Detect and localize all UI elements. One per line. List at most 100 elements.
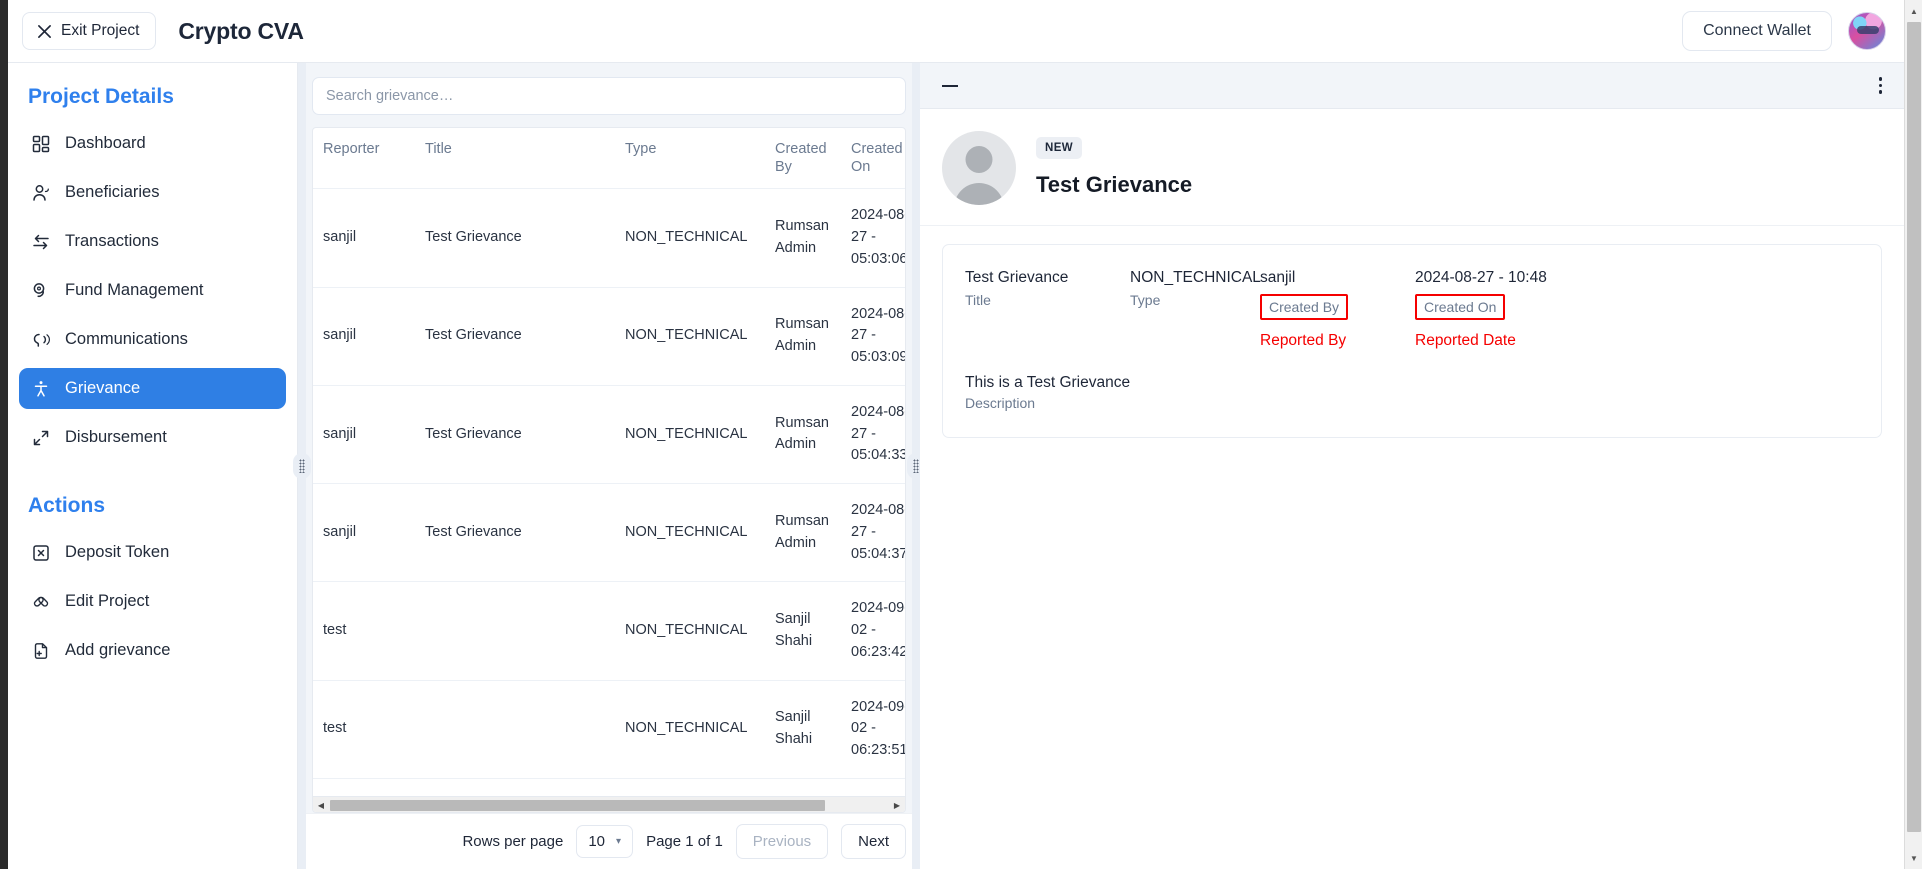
sidebar-item-label: Disbursement bbox=[65, 428, 167, 446]
token-box-icon bbox=[33, 544, 49, 561]
cell-created-on: 2024-08-27 - 05:03:06 bbox=[841, 188, 905, 288]
grievance-detail-panel: NEW Test Grievance Test Grievance Title … bbox=[920, 63, 1904, 869]
sidebar-action-deposit-token[interactable]: Deposit Token bbox=[19, 532, 286, 573]
annotation-reported-by: Reported By bbox=[1260, 332, 1347, 350]
table-row[interactable]: sanjil Test Grievance NON_TECHNICAL Rumsan … bbox=[313, 188, 905, 288]
table-row[interactable]: sanjil Test Grievance NON_TECHNICAL Rumsan … bbox=[313, 483, 905, 583]
cell-reporter: sanjil bbox=[313, 188, 415, 288]
sidebar-item-label: Grievance bbox=[65, 379, 141, 397]
table-row[interactable]: test NON_TECHNICAL Sanjil Shahi 2024-09-02 … bbox=[313, 581, 905, 681]
cell-reporter: sanjil bbox=[313, 287, 415, 386]
rows-per-page-select[interactable]: 10 ▾ bbox=[576, 825, 634, 858]
cell-type: NON_TECHNICAL bbox=[615, 680, 765, 779]
users-icon bbox=[33, 184, 49, 201]
close-icon bbox=[38, 24, 51, 38]
cell-created-on: 2024-08-27 - 05:04:37 bbox=[841, 483, 905, 583]
table-row[interactable]: sanjil Test Grievance NON_TECHNICAL Rumsan … bbox=[313, 287, 905, 386]
sidebar-item-disbursement[interactable]: Disbursement bbox=[19, 417, 286, 458]
sidebar-action-label: Deposit Token bbox=[65, 543, 170, 561]
detail-title: Test Grievance bbox=[1036, 172, 1193, 197]
scroll-down-arrow-icon[interactable]: ▼ bbox=[1905, 849, 1922, 867]
sidebar-resize-divider[interactable] bbox=[293, 63, 311, 869]
cell-type: NON_TECHNICAL bbox=[615, 287, 765, 386]
cell-created-by: Rumsan Admin bbox=[765, 385, 841, 485]
sidebar-action-label: Add grievance bbox=[65, 641, 171, 659]
sidebar-item-dashboard[interactable]: Dashboard bbox=[19, 123, 286, 164]
cell-title: Test Grievance bbox=[415, 483, 615, 583]
grip-dots-icon bbox=[299, 459, 305, 473]
accessibility-icon bbox=[34, 380, 48, 397]
scroll-right-arrow-icon[interactable]: ▶ bbox=[889, 797, 905, 812]
cell-title: Test Grievance bbox=[415, 188, 615, 288]
previous-page-button[interactable]: Previous bbox=[735, 824, 829, 859]
file-plus-icon bbox=[34, 642, 48, 659]
cell-created-by: Sanjil Shahi bbox=[765, 581, 841, 681]
table-row[interactable]: sanjil Test Grievance NON_TECHNICAL Rumsan … bbox=[313, 385, 905, 485]
browser-scroll-thumb[interactable] bbox=[1907, 22, 1921, 832]
megaphone-icon bbox=[33, 333, 51, 347]
table-row[interactable]: test NON_TECHNICAL Sanjil Shahi 2024-09-02 … bbox=[313, 680, 905, 779]
grievance-avatar bbox=[942, 131, 1016, 205]
detail-description-value: This is a Test Grievance bbox=[965, 374, 1131, 392]
cell-reporter: sanjil bbox=[313, 385, 415, 485]
sidebar-item-fund-management[interactable]: Fund Management bbox=[19, 270, 286, 311]
table-scroll-area[interactable]: Reporter Title Type Created By Created O… bbox=[313, 128, 905, 796]
sidebar-resize-handle[interactable] bbox=[293, 453, 311, 479]
application-window: Exit Project Crypto CVA Connect Wallet P… bbox=[8, 0, 1904, 869]
detail-fields: Test Grievance Title NON_TECHNICAL Type … bbox=[965, 267, 1859, 350]
more-options-icon[interactable] bbox=[1878, 77, 1882, 94]
cell-title bbox=[415, 581, 615, 681]
column-header-created-on[interactable]: Created On bbox=[841, 128, 905, 190]
search-input[interactable] bbox=[312, 77, 906, 115]
connect-wallet-button[interactable]: Connect Wallet bbox=[1682, 11, 1832, 51]
next-page-button[interactable]: Next bbox=[841, 824, 906, 859]
column-header-type[interactable]: Type bbox=[615, 128, 765, 190]
sidebar-action-edit-project[interactable]: Edit Project bbox=[19, 581, 286, 622]
scroll-left-arrow-icon[interactable]: ◀ bbox=[313, 797, 329, 812]
cell-reporter: test bbox=[313, 581, 415, 681]
detail-field-type: NON_TECHNICAL Type bbox=[1130, 267, 1261, 310]
detail-description-label: Description bbox=[965, 395, 1036, 412]
grievance-table-card: Reporter Title Type Created By Created O… bbox=[312, 127, 906, 813]
detail-field-value: NON_TECHNICAL bbox=[1130, 269, 1261, 286]
table-head: Reporter Title Type Created By Created O… bbox=[313, 128, 905, 190]
sidebar-item-beneficiaries[interactable]: Beneficiaries bbox=[19, 172, 286, 213]
table-horizontal-scrollbar[interactable]: ◀ ▶ bbox=[313, 796, 905, 812]
cell-title: Test Grievance bbox=[415, 287, 615, 386]
cell-created-on: 2024-09-02 - 06:23:51 bbox=[841, 680, 905, 779]
avatar[interactable] bbox=[1848, 12, 1886, 50]
column-header-reporter[interactable]: Reporter bbox=[313, 128, 415, 190]
horizontal-scroll-thumb[interactable] bbox=[330, 800, 825, 811]
cell-title: Test Grievance bbox=[415, 385, 615, 485]
cell-created-on: 2024-08-27 - 05:04:33 bbox=[841, 385, 905, 485]
detail-field-value: sanjil bbox=[1260, 269, 1296, 286]
search-row bbox=[298, 63, 920, 127]
cell-type: NON_TECHNICAL bbox=[615, 188, 765, 288]
sidebar-item-grievance[interactable]: Grievance bbox=[19, 368, 286, 409]
cell-created-by: Rumsan Admin bbox=[765, 188, 841, 288]
scroll-up-arrow-icon[interactable]: ▲ bbox=[1905, 2, 1922, 20]
sidebar-action-add-grievance[interactable]: Add grievance bbox=[19, 630, 286, 671]
detail-field-created-by: sanjil Created By Reported By bbox=[1260, 267, 1415, 350]
cell-type: NON_TECHNICAL bbox=[615, 385, 765, 485]
avatar-head bbox=[965, 146, 993, 173]
browser-scrollbar[interactable]: ▲ ▼ bbox=[1904, 0, 1922, 869]
top-bar-right: Connect Wallet bbox=[1682, 11, 1886, 51]
table-header-row: Reporter Title Type Created By Created O… bbox=[313, 128, 905, 190]
sidebar-item-communications[interactable]: Communications bbox=[19, 319, 286, 360]
column-header-created-by[interactable]: Created By bbox=[765, 128, 841, 190]
transfer-icon bbox=[33, 234, 49, 249]
app-body: Project Details Dashboard Beneficiaries bbox=[8, 63, 1904, 869]
sidebar-item-transactions[interactable]: Transactions bbox=[19, 221, 286, 262]
cell-title bbox=[415, 680, 615, 779]
detail-field-description: This is a Test Grievance Description bbox=[965, 374, 1859, 411]
detail-field-label: Title bbox=[965, 292, 991, 309]
collapse-icon[interactable] bbox=[942, 84, 958, 87]
detail-panel-header bbox=[920, 63, 1904, 109]
status-badge: NEW bbox=[1036, 137, 1083, 159]
exit-project-button[interactable]: Exit Project bbox=[22, 12, 157, 50]
detail-resize-divider[interactable] bbox=[907, 63, 925, 869]
detail-field-label: Created On bbox=[1415, 294, 1506, 321]
top-bar: Exit Project Crypto CVA Connect Wallet bbox=[8, 0, 1904, 63]
column-header-title[interactable]: Title bbox=[415, 128, 615, 190]
